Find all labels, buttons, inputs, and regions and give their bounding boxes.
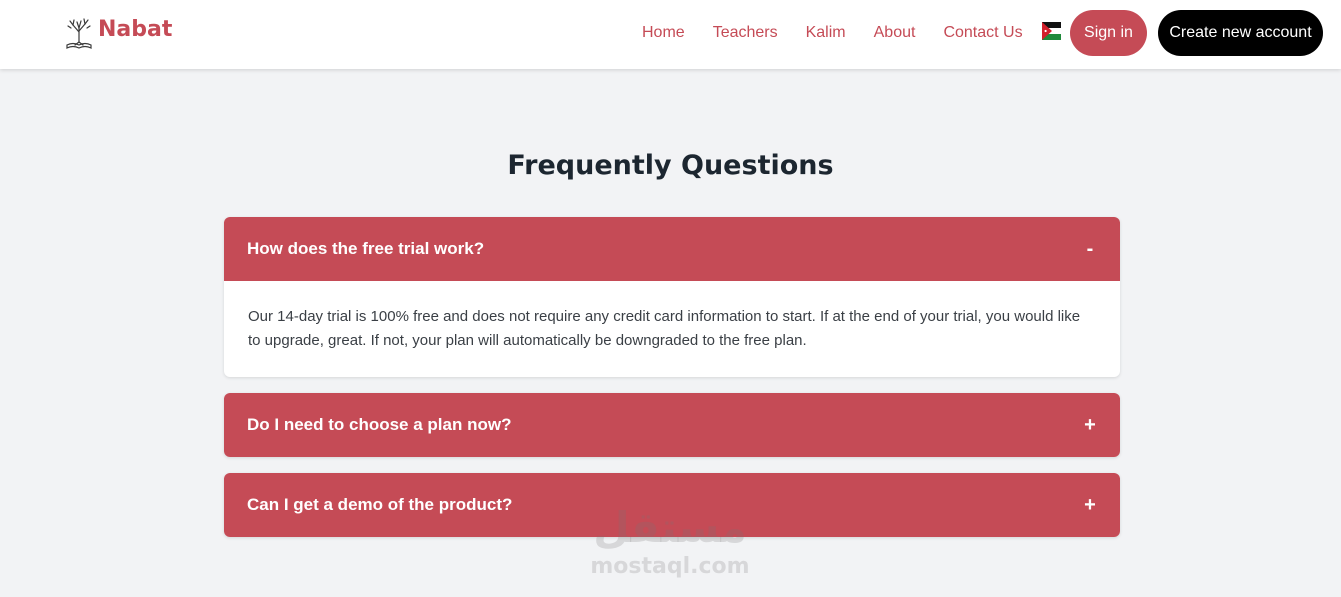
expand-icon: + [1084, 413, 1096, 436]
nav-link-kalim[interactable]: Kalim [806, 24, 846, 42]
faq-question-toggle[interactable]: Do I need to choose a plan now? + [224, 393, 1120, 457]
faq-question-text: Do I need to choose a plan now? [247, 415, 512, 434]
jordan-flag-icon[interactable] [1042, 22, 1061, 40]
collapse-icon: - [1086, 237, 1094, 260]
brand-logo[interactable]: Nabat [64, 14, 172, 50]
nav-link-about[interactable]: About [874, 24, 916, 42]
faq-answer-text: Our 14-day trial is 100% free and does n… [248, 308, 1081, 349]
faq-question-text: How does the free trial work? [247, 239, 485, 258]
watermark-url: mostaql.com [590, 554, 750, 579]
faq-question-toggle[interactable]: Can I get a demo of the product? + [224, 473, 1120, 537]
tree-book-logo-icon [66, 18, 92, 49]
faq-question-toggle[interactable]: How does the free trial work? - [224, 217, 1120, 281]
nav-link-teachers[interactable]: Teachers [713, 24, 778, 42]
site-header: Nabat Home Teachers Kalim About Contact … [0, 0, 1341, 69]
faq-question-text: Can I get a demo of the product? [247, 495, 513, 514]
brand-name: Nabat [98, 16, 173, 42]
nav-link-contact-us[interactable]: Contact Us [943, 24, 1022, 42]
faq-list: How does the free trial work? - Our 14-d… [224, 217, 1120, 553]
main-nav: Home Teachers Kalim About Contact Us [642, 24, 1051, 42]
sign-in-button[interactable]: Sign in [1070, 10, 1147, 56]
create-account-button[interactable]: Create new account [1158, 10, 1323, 56]
faq-item-free-trial: How does the free trial work? - Our 14-d… [224, 217, 1120, 377]
faq-item-demo: Can I get a demo of the product? + [224, 473, 1120, 537]
faq-title: Frequently Questions [507, 150, 834, 181]
expand-icon: + [1084, 493, 1096, 516]
faq-item-choose-plan: Do I need to choose a plan now? + [224, 393, 1120, 457]
nav-link-home[interactable]: Home [642, 24, 685, 42]
